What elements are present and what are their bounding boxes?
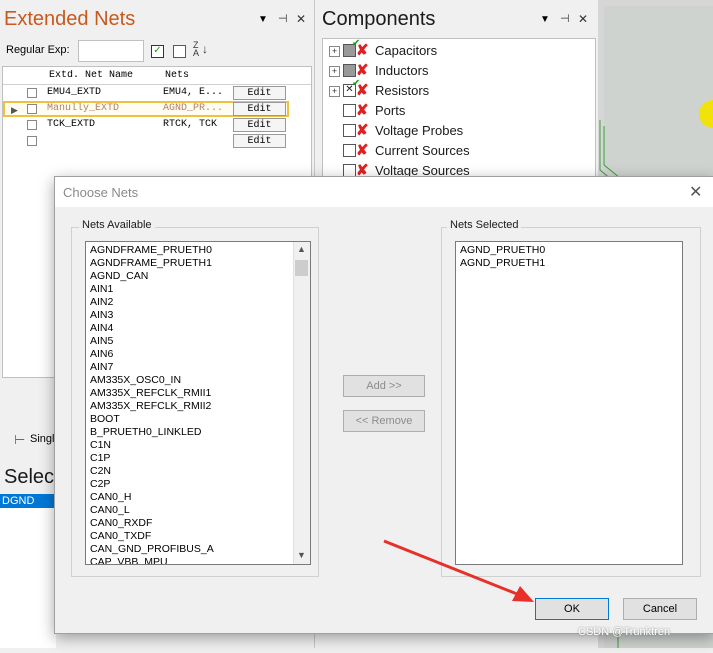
watermark: CSDN @Trunktren: [578, 626, 671, 638]
annotation-arrow: [383, 539, 534, 602]
